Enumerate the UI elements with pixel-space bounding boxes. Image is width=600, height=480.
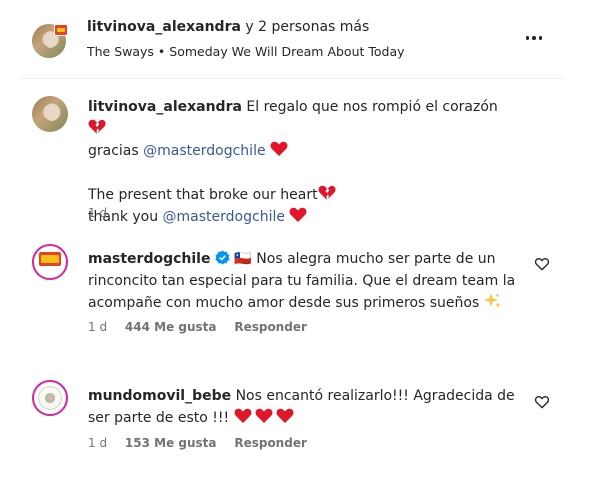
more-options-icon[interactable]	[524, 30, 544, 46]
comment-time[interactable]: 1 d	[88, 320, 107, 334]
commenter-username[interactable]: mundomovil_bebe	[88, 388, 231, 404]
red-heart-icon	[270, 141, 288, 156]
red-heart-icon	[276, 408, 293, 423]
comment-time[interactable]: 1 d	[88, 436, 107, 450]
sparkles-icon	[483, 293, 501, 308]
comment-text: masterdogchile 🇨🇱 Nos alegra mucho ser p…	[88, 250, 516, 311]
commenter-username[interactable]: litvinova_alexandra	[88, 99, 242, 115]
like-heart-icon[interactable]	[534, 256, 550, 272]
masterdog-avatar[interactable]	[32, 244, 68, 280]
commenter-username[interactable]: masterdogchile	[88, 251, 210, 267]
collab-suffix[interactable]: y 2 personas más	[241, 19, 369, 35]
comment-meta: 1 d 444 Me gusta Responder	[88, 320, 321, 334]
likes-count[interactable]: 444 Me gusta	[125, 320, 217, 334]
comment-meta: 1 d 153 Me gusta Responder	[88, 436, 321, 450]
music-info[interactable]: The Sways • Someday We Will Dream About …	[87, 44, 405, 59]
verified-badge-icon	[215, 250, 230, 265]
comment-meta: 1 d	[88, 206, 121, 220]
reply-button[interactable]: Responder	[234, 436, 307, 450]
divider	[20, 78, 564, 79]
flag-emoji: 🇨🇱	[234, 251, 252, 267]
likes-count[interactable]: 153 Me gusta	[125, 436, 217, 450]
red-heart-icon	[289, 207, 307, 222]
comment-time[interactable]: 1 d	[88, 206, 107, 220]
collab-logo-icon	[54, 24, 68, 36]
broken-heart-icon	[88, 119, 106, 134]
mention-link[interactable]: @masterdogchile	[163, 209, 285, 225]
mention-link[interactable]: @masterdogchile	[143, 143, 265, 159]
red-heart-icon	[255, 408, 272, 423]
post-authors: litvinova_alexandra y 2 personas más	[87, 19, 369, 35]
red-heart-icon	[234, 408, 251, 423]
like-heart-icon[interactable]	[534, 394, 550, 410]
reply-button[interactable]: Responder	[234, 320, 307, 334]
mundomovil-avatar[interactable]	[32, 380, 68, 416]
broken-heart-icon	[318, 185, 336, 200]
commenter-avatar[interactable]	[32, 96, 68, 132]
caption-text: litvinova_alexandra El regalo que nos ro…	[88, 99, 498, 225]
comment-text: mundomovil_bebe Nos encantó realizarlo!!…	[88, 388, 515, 426]
author-username[interactable]: litvinova_alexandra	[87, 19, 241, 35]
post-header: litvinova_alexandra y 2 personas más The…	[0, 0, 600, 78]
